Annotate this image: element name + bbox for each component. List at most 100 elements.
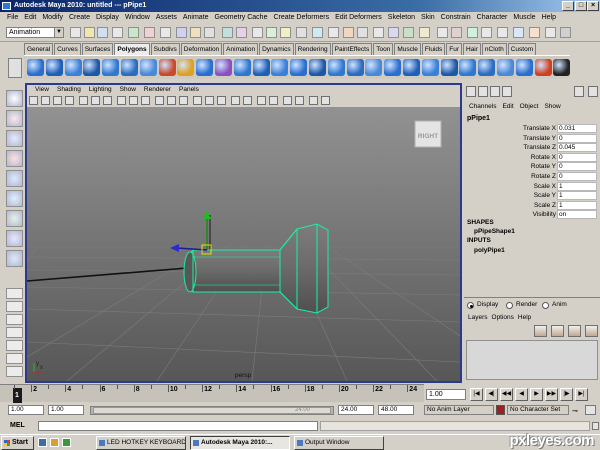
status-tool-31-icon[interactable] xyxy=(529,27,540,38)
shelf-insert-loop-icon[interactable] xyxy=(459,59,477,76)
attr-value-field[interactable]: 1 xyxy=(557,181,597,191)
status-tool-15-icon[interactable] xyxy=(280,27,291,38)
shelf-cone-icon[interactable] xyxy=(83,59,101,76)
script-editor-icon[interactable] xyxy=(592,422,599,430)
panel-tool-3-icon[interactable] xyxy=(53,96,62,105)
panel-tool-18-icon[interactable] xyxy=(243,96,252,105)
quicklaunch-folder-icon[interactable] xyxy=(50,438,59,447)
anim-layer-icon[interactable] xyxy=(496,405,505,415)
channel-menu-object[interactable]: Object xyxy=(517,102,542,112)
channel-menu-channels[interactable]: Channels xyxy=(466,102,499,112)
quicklaunch-desktop-icon[interactable] xyxy=(62,438,71,447)
shelf-collapse-icon[interactable] xyxy=(534,59,552,76)
panel-tool-17-icon[interactable] xyxy=(231,96,240,105)
status-tool-17-icon[interactable] xyxy=(312,27,323,38)
channel-menu-show[interactable]: Show xyxy=(541,102,563,112)
panel-tool-12-icon[interactable] xyxy=(167,96,176,105)
shelf-tab-muscle[interactable]: Muscle xyxy=(394,43,421,55)
shelf-tab-dynamics[interactable]: Dynamics xyxy=(259,43,294,55)
shelf-pipe-icon[interactable] xyxy=(158,59,176,76)
shelf-average-icon[interactable] xyxy=(327,59,345,76)
shelf-separate-icon[interactable] xyxy=(252,59,270,76)
quicklaunch-ie-icon[interactable] xyxy=(38,438,47,447)
shelf-tab-fluids[interactable]: Fluids xyxy=(421,43,446,55)
shelf-helix-icon[interactable] xyxy=(177,59,195,76)
shelf-split-icon[interactable] xyxy=(440,59,458,76)
shelf-tab-painteffects[interactable]: PaintEffects xyxy=(331,43,373,55)
command-input[interactable] xyxy=(38,421,318,431)
shelf-cube-icon[interactable] xyxy=(45,59,63,76)
shelf-bridge-icon[interactable] xyxy=(403,59,420,76)
step-back-key-icon[interactable]: ◀◀ xyxy=(500,388,513,401)
attr-value-field[interactable]: 1 xyxy=(557,200,597,210)
channel-box-extra-icon[interactable] xyxy=(588,86,598,97)
menu-animate[interactable]: Animate xyxy=(180,12,212,24)
layout-custom-icon[interactable] xyxy=(6,366,23,377)
layer-list[interactable] xyxy=(466,340,598,380)
status-tool-30-icon[interactable] xyxy=(513,27,524,38)
preferences-icon[interactable] xyxy=(585,405,596,415)
status-tool-33-icon[interactable] xyxy=(560,27,571,38)
time-slider[interactable]: 1 2 4 6 8 10 12 14 16 18 20 22 24 xyxy=(0,384,424,403)
panel-menu-renderer[interactable]: Renderer xyxy=(140,85,175,95)
start-time-field[interactable]: 1.00 xyxy=(8,405,44,415)
status-tool-3-icon[interactable] xyxy=(97,27,108,38)
go-to-end-icon[interactable]: ▶| xyxy=(575,388,588,401)
shelf-sphere-icon[interactable] xyxy=(27,59,44,76)
status-tool-9-icon[interactable] xyxy=(190,27,201,38)
scale-tool-icon[interactable] xyxy=(6,190,23,207)
shape-node[interactable]: pPipeShape1 xyxy=(474,228,515,235)
shelf-tab-fur[interactable]: Fur xyxy=(446,43,462,55)
shelf-prism-icon[interactable] xyxy=(139,59,157,76)
panel-tool-8-icon[interactable] xyxy=(117,96,126,105)
panel-tool-16-icon[interactable] xyxy=(217,96,226,105)
layer-menu-help[interactable]: Help xyxy=(516,314,533,321)
layout-persp-outliner-icon[interactable] xyxy=(6,340,23,351)
shelf-tab-surfaces[interactable]: Surfaces xyxy=(81,43,114,55)
start-button[interactable]: Start xyxy=(1,436,34,450)
character-set-dropdown[interactable]: No Character Set xyxy=(507,405,569,415)
status-tool-10-icon[interactable] xyxy=(204,27,215,38)
status-tool-8-icon[interactable] xyxy=(176,27,187,38)
layer-options-icon[interactable] xyxy=(568,325,581,337)
menu-set-dropdown[interactable]: Animation ▼ xyxy=(6,27,64,38)
panel-tool-6-icon[interactable] xyxy=(91,96,100,105)
channel-menu-edit[interactable]: Edit xyxy=(499,102,516,112)
panel-tool-5-icon[interactable] xyxy=(79,96,88,105)
panel-tool-7-icon[interactable] xyxy=(103,96,112,105)
status-tool-2-icon[interactable] xyxy=(84,27,95,38)
panel-tool-10-icon[interactable] xyxy=(141,96,150,105)
shelf-platonic-icon[interactable] xyxy=(215,59,232,76)
attr-value-field[interactable]: 0 xyxy=(557,172,597,181)
shelf-tab-animation[interactable]: Animation xyxy=(223,43,259,55)
status-tool-32-icon[interactable] xyxy=(545,27,556,38)
playback-start-field[interactable]: 1.00 xyxy=(48,405,84,415)
attr-value-field[interactable]: 1 xyxy=(557,191,597,201)
menu-constrain[interactable]: Constrain xyxy=(438,12,474,24)
shelf-cylinder-icon[interactable] xyxy=(64,59,82,76)
panel-tool-22-icon[interactable] xyxy=(295,96,304,105)
current-frame-marker[interactable]: 1 xyxy=(13,388,22,403)
range-track[interactable]: 24.00 xyxy=(90,406,334,415)
new-layer-icon[interactable] xyxy=(534,325,547,337)
menu-edit-deformers[interactable]: Edit Deformers xyxy=(332,12,385,24)
anim-layer-dropdown[interactable]: No Anim Layer xyxy=(424,405,494,415)
panel-tool-24-icon[interactable] xyxy=(321,96,330,105)
range-handle[interactable]: 24.00 xyxy=(93,407,331,414)
shelf-tab-polygons[interactable]: Polygons xyxy=(114,43,150,55)
status-tool-26-icon[interactable] xyxy=(451,27,462,38)
maximize-button[interactable]: □ xyxy=(575,1,587,11)
status-tool-12-icon[interactable] xyxy=(236,27,247,38)
status-tool-22-icon[interactable] xyxy=(388,27,399,38)
shelf-plane-icon[interactable] xyxy=(102,59,120,76)
panel-tool-13-icon[interactable] xyxy=(179,96,188,105)
layer-mode-display-radio[interactable] xyxy=(467,302,474,309)
shelf-tab-rendering[interactable]: Rendering xyxy=(294,43,331,55)
status-tool-6-icon[interactable] xyxy=(144,27,155,38)
status-tool-7-icon[interactable] xyxy=(160,27,171,38)
step-forward-key-icon[interactable]: ▶▶ xyxy=(545,388,558,401)
go-to-start-icon[interactable]: |◀ xyxy=(470,388,483,401)
layer-mode-render-radio[interactable] xyxy=(506,302,513,309)
shelf-make-hole-icon[interactable] xyxy=(365,59,383,76)
paint-select-tool-icon[interactable] xyxy=(6,130,23,147)
